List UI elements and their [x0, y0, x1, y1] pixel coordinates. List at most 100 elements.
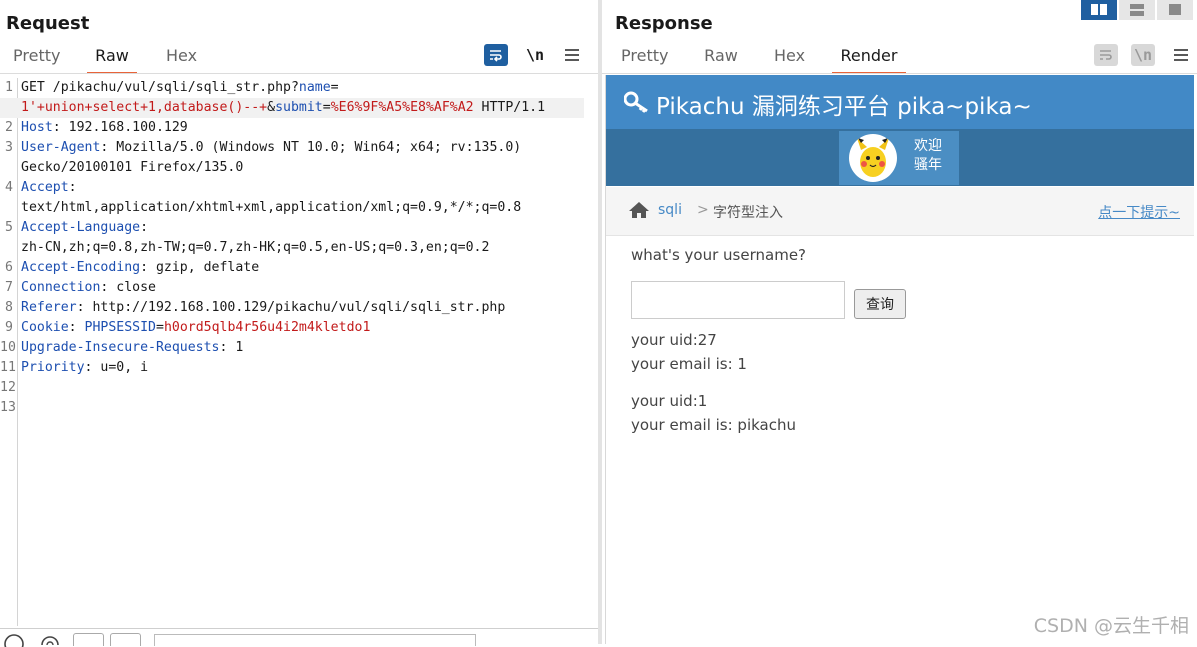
watermark: CSDN @云生千相: [1033, 615, 1189, 637]
line-number: 12: [0, 380, 16, 395]
code-text: : gzip, deflate: [140, 260, 260, 275]
line-number: 5: [5, 220, 13, 235]
pikachu-avatar: [849, 134, 897, 182]
back-arrow-icon[interactable]: [73, 633, 104, 646]
help-icon[interactable]: [3, 633, 27, 647]
header-key: Accept-Encoding: [21, 260, 141, 275]
param-value: h0ord5qlb4r56u4i2m4kletdo1: [163, 320, 371, 335]
home-icon[interactable]: [628, 201, 650, 219]
response-title: Response: [615, 13, 713, 34]
rendered-page: Pikachu 漏洞练习平台 pika~pika~ 欢迎 骚年 sqli > 字…: [605, 75, 1194, 644]
code-text: : http://192.168.100.129/pikachu/vul/sql…: [76, 300, 506, 315]
menu-icon[interactable]: [1170, 44, 1192, 66]
tab-request-pretty[interactable]: Pretty: [13, 46, 60, 72]
header-key: Priority: [21, 360, 85, 375]
param-value: %E6%9F%A5%E8%AF%A2: [330, 100, 474, 115]
settings-gear-icon[interactable]: [37, 632, 63, 645]
param-value: 1'+union+select+1,database()--+: [21, 100, 268, 115]
header-key: Accept: [21, 180, 69, 195]
line-content: zh-CN,zh;q=0.8,zh-TW;q=0.7,zh-HK;q=0.5,e…: [21, 238, 489, 258]
line-content: GET /pikachu/vul/sqli/sqli_str.php?name=: [21, 78, 339, 98]
site-title[interactable]: Pikachu 漏洞练习平台 pika~pika~: [656, 87, 1032, 121]
header-key: PHPSESSID: [84, 320, 156, 335]
layout-side-by-side-icon[interactable]: [1081, 0, 1117, 20]
layout-stacked-icon[interactable]: [1119, 0, 1155, 20]
show-newlines-icon[interactable]: \n: [524, 44, 546, 66]
line-number: 9: [5, 320, 13, 335]
tab-response-pretty[interactable]: Pretty: [621, 46, 668, 72]
line-content: Priority: u=0, i: [21, 358, 148, 378]
header-key: Cookie: [21, 320, 69, 335]
code-text: : Mozilla/5.0 (Windows NT 10.0; Win64; x…: [100, 140, 522, 155]
tab-response-render[interactable]: Render: [832, 46, 906, 74]
header-key: Accept-Language: [21, 220, 141, 235]
tab-request-hex[interactable]: Hex: [166, 46, 197, 72]
line-number: 4: [5, 180, 13, 195]
line-number: 3: [5, 140, 13, 155]
request-editor[interactable]: 1 GET /pikachu/vul/sqli/sqli_str.php?name…: [0, 78, 598, 626]
user-box: 欢迎 骚年: [839, 131, 959, 185]
line-number: 10: [0, 340, 16, 355]
search-input[interactable]: [154, 634, 476, 646]
response-pane: Response Pretty Raw Hex Render \n Pikach…: [602, 0, 1197, 644]
wrap-lines-icon[interactable]: [484, 44, 508, 66]
breadcrumb-separator: >: [697, 202, 709, 218]
line-content: Accept-Encoding: gzip, deflate: [21, 258, 259, 278]
code-text: :: [68, 320, 85, 335]
tab-response-hex[interactable]: Hex: [774, 46, 805, 72]
welcome-line-1: 欢迎: [914, 138, 942, 154]
key-icon: [624, 91, 648, 113]
code-text: :: [140, 220, 149, 235]
request-tabs: Pretty Raw Hex: [13, 46, 197, 74]
line-content: Connection: close: [21, 278, 156, 298]
header-key: submit: [275, 100, 323, 115]
line-content: Host: 192.168.100.129: [21, 118, 188, 138]
username-question: what's your username?: [631, 246, 807, 264]
menu-icon[interactable]: [561, 44, 583, 66]
line-content: Accept-Language:: [21, 218, 148, 238]
request-title: Request: [6, 13, 90, 34]
breadcrumb: sqli > 字符型注入 点一下提示~: [606, 187, 1194, 236]
tab-response-raw[interactable]: Raw: [704, 46, 738, 72]
code-text: Gecko/20100101 Firefox/135.0: [21, 160, 244, 175]
code-text: HTTP/1.1: [473, 100, 546, 115]
query-button[interactable]: 查询: [854, 289, 906, 319]
line-content: Cookie: PHPSESSID=h0ord5qlb4r56u4i2m4kle…: [21, 318, 370, 338]
show-newlines-icon: \n: [1131, 44, 1155, 66]
wrap-lines-icon: [1094, 44, 1118, 66]
code-text: : u=0, i: [84, 360, 149, 375]
header-key: name: [298, 80, 331, 95]
hint-link[interactable]: 点一下提示~: [1098, 202, 1180, 222]
code-text: : close: [100, 280, 156, 295]
header-key: Referer: [21, 300, 77, 315]
line-content: Accept:: [21, 178, 77, 198]
line-number: 6: [5, 260, 13, 275]
forward-arrow-icon[interactable]: [110, 633, 141, 646]
request-pane: Request Pretty Raw Hex \n 1 GET /pikachu/…: [0, 0, 598, 647]
result-uid: your uid:1: [631, 392, 708, 410]
code-text: :: [68, 180, 77, 195]
code-text: text/html,application/xhtml+xml,applicat…: [21, 200, 522, 215]
code-text: &: [267, 100, 276, 115]
tab-request-raw[interactable]: Raw: [87, 46, 137, 74]
username-input[interactable]: [631, 281, 845, 319]
line-number: 13: [0, 400, 16, 415]
code-text: =: [330, 80, 339, 95]
welcome-text: 欢迎 骚年: [914, 137, 942, 175]
header-key: Upgrade-Insecure-Requests: [21, 340, 220, 355]
line-content: User-Agent: Mozilla/5.0 (Windows NT 10.0…: [21, 138, 521, 158]
code-text: =: [156, 320, 164, 335]
line-content: Gecko/20100101 Firefox/135.0: [21, 158, 243, 178]
code-text: GET /pikachu/vul/sqli/sqli_str.php?: [21, 80, 299, 95]
line-content: text/html,application/xhtml+xml,applicat…: [21, 198, 521, 218]
line-number: 11: [0, 360, 16, 375]
layout-single-icon[interactable]: [1157, 0, 1193, 20]
response-tabs: Pretty Raw Hex Render: [621, 46, 906, 74]
header-key: User-Agent: [21, 140, 101, 155]
code-text: : 192.168.100.129: [52, 120, 188, 135]
line-content: 1'+union+select+1,database()--+&submit=%…: [21, 98, 545, 118]
result-uid: your uid:27: [631, 331, 717, 349]
line-number: 7: [5, 280, 13, 295]
breadcrumb-link-sqli[interactable]: sqli: [658, 202, 682, 218]
code-text: zh-CN,zh;q=0.8,zh-TW;q=0.7,zh-HK;q=0.5,e…: [21, 240, 490, 255]
